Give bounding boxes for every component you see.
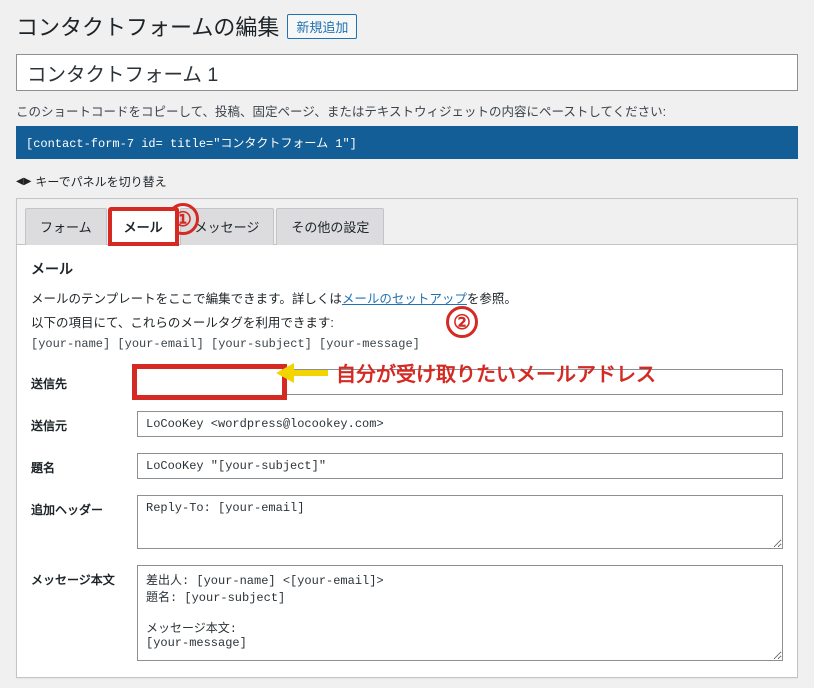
tab-form[interactable]: フォーム xyxy=(25,208,107,245)
page-title: コンタクトフォームの編集 xyxy=(16,10,279,42)
panel-toggle-hint: ◀▶ キーでパネルを切り替え xyxy=(16,173,798,190)
to-input[interactable] xyxy=(137,369,783,395)
left-right-icon: ◀▶ xyxy=(16,176,31,188)
label-to: 送信先 xyxy=(31,369,121,392)
settings-panel: フォーム メール メッセージ その他の設定 ① メール メールのテンプレートをこ… xyxy=(16,198,798,678)
tab-messages[interactable]: メッセージ xyxy=(180,208,275,245)
tags-intro: 以下の項目にて、これらのメールタグを利用できます: xyxy=(31,313,783,333)
add-new-button[interactable]: 新規追加 xyxy=(287,14,357,39)
label-from: 送信元 xyxy=(31,411,121,434)
shortcode-display[interactable]: [contact-form-7 id= title="コンタクトフォーム 1"] xyxy=(16,126,798,159)
form-title-input[interactable] xyxy=(16,54,798,91)
tab-mail[interactable]: メール xyxy=(109,208,178,245)
headers-textarea[interactable]: Reply-To: [your-email] xyxy=(137,495,783,549)
mail-tags: [your-name] [your-email] [your-subject] … xyxy=(31,337,783,351)
label-subject: 題名 xyxy=(31,453,121,476)
label-headers: 追加ヘッダー xyxy=(31,495,121,518)
panel-heading: メール xyxy=(31,259,783,279)
setup-link[interactable]: メールのセットアップ xyxy=(342,292,467,306)
body-textarea[interactable]: 差出人: [your-name] <[your-email]> 題名: [you… xyxy=(137,565,783,661)
shortcode-hint: このショートコードをコピーして、投稿、固定ページ、またはテキストウィジェットの内… xyxy=(16,101,798,120)
tab-other[interactable]: その他の設定 xyxy=(276,208,384,245)
from-input[interactable] xyxy=(137,411,783,437)
tabs: フォーム メール メッセージ その他の設定 xyxy=(17,199,797,245)
subject-input[interactable] xyxy=(137,453,783,479)
panel-description: メールのテンプレートをここで編集できます。詳しくはメールのセットアップを参照。 xyxy=(31,289,783,309)
label-body: メッセージ本文 xyxy=(31,565,121,588)
